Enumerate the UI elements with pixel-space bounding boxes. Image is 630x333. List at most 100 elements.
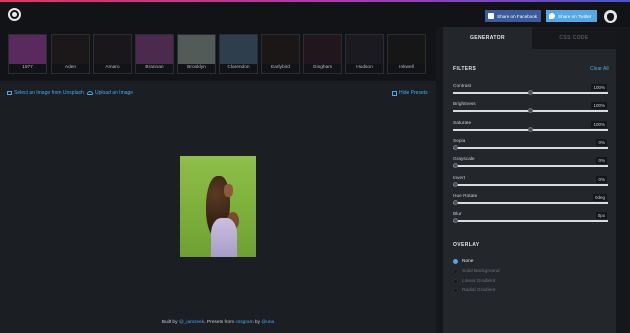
filter-saturate: Saturate 100% [453, 121, 608, 137]
footer-una-link[interactable]: @una [261, 320, 274, 325]
preset-thumbnail [262, 35, 299, 64]
overlay-option-label: Radial Gradient [462, 287, 496, 293]
slider-track[interactable] [453, 184, 608, 186]
radio-icon [453, 287, 458, 293]
filter-value: 100% [591, 102, 607, 109]
upload-image-label: Upload an Image [95, 90, 134, 96]
filter-name: Grayscale [453, 157, 475, 162]
preset-label: Inkwell [399, 65, 414, 70]
github-icon[interactable] [604, 10, 617, 23]
filter-value: 100% [591, 121, 607, 128]
slider-handle[interactable] [453, 218, 458, 223]
slider-handle[interactable] [453, 200, 458, 205]
logo-icon[interactable] [8, 8, 21, 21]
slider-handle[interactable] [528, 90, 533, 95]
preset-label: Earlybird [271, 65, 290, 70]
preview-image [180, 156, 256, 257]
filter-value: 0% [596, 176, 607, 183]
slider-track[interactable] [453, 220, 608, 222]
filter-invert: Invert 0% [453, 176, 608, 192]
preset-thumbnail [220, 35, 257, 64]
slider-handle[interactable] [528, 108, 533, 113]
footer-by: by [254, 320, 260, 325]
filter-name: Saturate [453, 121, 472, 126]
slider-handle[interactable] [528, 127, 533, 132]
filter-blur: Blur 0px [453, 212, 608, 228]
preset-label: Amaro [105, 65, 120, 70]
footer-credits: Built by @_iamzeek. Presets from cssgram… [0, 320, 436, 325]
preset-label: Gingham [312, 65, 333, 70]
preset-label: 1977 [22, 65, 33, 70]
overlay-option-none[interactable]: None [453, 257, 473, 265]
footer-cssgram-link[interactable]: cssgram [235, 320, 253, 325]
preview-area: Select an Image from Unsplash Upload an … [0, 81, 436, 333]
preset-aden[interactable]: Aden [51, 34, 90, 74]
share-twitter-button[interactable]: Share on Twitter [546, 10, 597, 22]
preset-label: Clarendon [227, 65, 250, 70]
filter-value: 0% [596, 139, 607, 146]
select-unsplash-link[interactable]: Select an Image from Unsplash [7, 90, 84, 96]
preset-clarendon[interactable]: Clarendon [219, 34, 258, 74]
footer-presets-from: . Presets from [204, 320, 235, 325]
right-gutter [616, 27, 630, 333]
hide-presets-link[interactable]: Hide Presets [392, 90, 428, 96]
preset-label: Hudson [356, 65, 373, 70]
filter-sepia: Sepia 0% [453, 139, 608, 155]
slider-handle[interactable] [453, 182, 458, 187]
tab-generator[interactable]: GENERATOR [443, 27, 532, 49]
preset-thumbnail [388, 35, 425, 64]
radio-icon [453, 278, 458, 284]
overlay-option-label: Linear Gradient [462, 278, 496, 284]
radio-icon [453, 258, 458, 264]
clear-all-link[interactable]: Clear All [590, 66, 609, 72]
preset-1977[interactable]: 1977 [8, 34, 47, 74]
overlay-option-linear-gradient[interactable]: Linear Gradient [453, 277, 495, 285]
preset-label: Brannan [145, 65, 164, 70]
preset-thumbnail [178, 35, 215, 64]
slider-track[interactable] [453, 202, 608, 204]
preset-inkwell[interactable]: Inkwell [387, 34, 426, 74]
filters-title: FILTERS [453, 66, 477, 72]
preset-earlybird[interactable]: Earlybird [261, 34, 300, 74]
upload-icon [87, 91, 93, 95]
overlay-option-radial-gradient[interactable]: Radial Gradient [453, 286, 495, 294]
preset-thumbnail [52, 35, 89, 64]
overlay-option-solid-background[interactable]: Solid Background [453, 267, 500, 275]
preset-brannan[interactable]: Brannan [135, 34, 174, 74]
preset-amaro[interactable]: Amaro [93, 34, 132, 74]
filter-name: Brightness [453, 102, 476, 107]
filter-name: Sepia [453, 139, 466, 144]
preset-thumbnail [9, 35, 46, 64]
share-facebook-label: Share on Facebook [497, 13, 538, 19]
footer-built-by: Built by [161, 320, 178, 325]
preset-gingham[interactable]: Gingham [303, 34, 342, 74]
preset-brooklyn[interactable]: Brooklyn [177, 34, 216, 74]
footer-author-link[interactable]: @_iamzeek [179, 320, 204, 325]
presets-toggle-icon [392, 90, 397, 96]
upload-image-link[interactable]: Upload an Image [87, 90, 133, 96]
preset-thumbnail [94, 35, 131, 64]
select-unsplash-label: Select an Image from Unsplash [14, 90, 84, 96]
slider-track[interactable] [453, 165, 608, 167]
filter-value: 0px [595, 212, 607, 219]
preset-thumbnail [346, 35, 383, 64]
filter-value: 0deg [592, 194, 607, 201]
overlay-option-label: Solid Background [462, 268, 500, 274]
share-facebook-button[interactable]: Share on Facebook [485, 10, 541, 22]
preset-hudson[interactable]: Hudson [345, 34, 384, 74]
filter-contrast: Contrast 100% [453, 84, 608, 100]
preset-label: Aden [64, 65, 77, 70]
slider-handle[interactable] [453, 145, 458, 150]
facebook-icon [488, 13, 494, 19]
filter-name: Invert [453, 176, 465, 181]
photo-face [224, 184, 233, 197]
overlay-title: OVERLAY [453, 242, 480, 248]
filter-value: 0% [596, 157, 607, 164]
filter-name: Blur [453, 212, 462, 217]
filter-value: 100% [591, 84, 607, 91]
preset-thumbnail [304, 35, 341, 64]
slider-track[interactable] [453, 147, 608, 149]
filter-name: Contrast [453, 84, 472, 89]
slider-handle[interactable] [453, 163, 458, 168]
tab-css-code[interactable]: CSS CODE [532, 27, 616, 49]
